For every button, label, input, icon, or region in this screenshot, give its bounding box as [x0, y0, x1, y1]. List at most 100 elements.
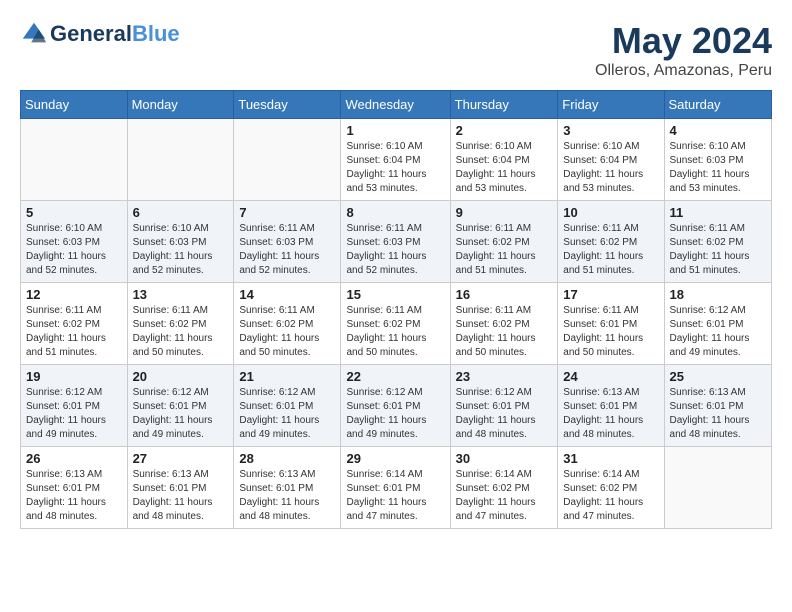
day-number: 4	[670, 123, 766, 138]
week-row-1: 1 Sunrise: 6:10 AM Sunset: 6:04 PM Daylig…	[21, 119, 772, 201]
day-number: 12	[26, 287, 122, 302]
day-info: Sunrise: 6:10 AM Sunset: 6:04 PM Dayligh…	[346, 140, 444, 196]
logo: GeneralBlue	[20, 20, 180, 48]
day-header-saturday: Saturday	[664, 91, 771, 119]
day-number: 16	[456, 287, 553, 302]
day-number: 13	[133, 287, 229, 302]
day-number: 2	[456, 123, 553, 138]
day-number: 22	[346, 369, 444, 384]
day-info: Sunrise: 6:11 AM Sunset: 6:02 PM Dayligh…	[456, 222, 553, 278]
day-number: 21	[239, 369, 335, 384]
day-header-friday: Friday	[558, 91, 664, 119]
calendar-cell: 25 Sunrise: 6:13 AM Sunset: 6:01 PM Dayli…	[664, 365, 771, 447]
day-info: Sunrise: 6:13 AM Sunset: 6:01 PM Dayligh…	[670, 386, 766, 442]
day-info: Sunrise: 6:11 AM Sunset: 6:03 PM Dayligh…	[239, 222, 335, 278]
week-row-2: 5 Sunrise: 6:10 AM Sunset: 6:03 PM Daylig…	[21, 201, 772, 283]
calendar-cell: 24Sunrise: 6:13 AM Sunset: 6:01 PM Dayli…	[558, 365, 664, 447]
day-number: 20	[133, 369, 229, 384]
calendar-cell: 17 Sunrise: 6:11 AM Sunset: 6:01 PM Dayli…	[558, 283, 664, 365]
calendar-cell: 6 Sunrise: 6:10 AM Sunset: 6:03 PM Daylig…	[127, 201, 234, 283]
day-info: Sunrise: 6:12 AM Sunset: 6:01 PM Dayligh…	[239, 386, 335, 442]
day-info: Sunrise: 6:10 AM Sunset: 6:04 PM Dayligh…	[456, 140, 553, 196]
day-info: Sunrise: 6:11 AM Sunset: 6:01 PM Dayligh…	[563, 304, 658, 360]
day-header-wednesday: Wednesday	[341, 91, 450, 119]
day-number: 15	[346, 287, 444, 302]
day-info: Sunrise: 6:12 AM Sunset: 6:01 PM Dayligh…	[133, 386, 229, 442]
week-row-5: 26 Sunrise: 6:13 AM Sunset: 6:01 PM Dayli…	[21, 447, 772, 529]
day-info: Sunrise: 6:11 AM Sunset: 6:02 PM Dayligh…	[563, 222, 658, 278]
day-info: Sunrise: 6:13 AM Sunset: 6:01 PM Dayligh…	[133, 468, 229, 524]
calendar-cell: 12 Sunrise: 6:11 AM Sunset: 6:02 PM Dayli…	[21, 283, 128, 365]
calendar-cell: 22 Sunrise: 6:12 AM Sunset: 6:01 PM Dayli…	[341, 365, 450, 447]
calendar-cell: 31 Sunrise: 6:14 AM Sunset: 6:02 PM Dayli…	[558, 447, 664, 529]
calendar-cell	[127, 119, 234, 201]
day-info: Sunrise: 6:13 AM Sunset: 6:01 PM Dayligh…	[239, 468, 335, 524]
day-info: Sunrise: 6:10 AM Sunset: 6:03 PM Dayligh…	[133, 222, 229, 278]
day-number: 11	[670, 205, 766, 220]
calendar-cell: 13 Sunrise: 6:11 AM Sunset: 6:02 PM Dayli…	[127, 283, 234, 365]
calendar-cell: 23Sunrise: 6:12 AM Sunset: 6:01 PM Dayli…	[450, 365, 558, 447]
title-section: May 2024 Olleros, Amazonas, Peru	[595, 20, 772, 80]
calendar-cell: 8Sunrise: 6:11 AM Sunset: 6:03 PM Daylig…	[341, 201, 450, 283]
calendar-cell: 3 Sunrise: 6:10 AM Sunset: 6:04 PM Daylig…	[558, 119, 664, 201]
day-info: Sunrise: 6:14 AM Sunset: 6:01 PM Dayligh…	[346, 468, 444, 524]
day-info: Sunrise: 6:10 AM Sunset: 6:03 PM Dayligh…	[670, 140, 766, 196]
calendar-cell: 9 Sunrise: 6:11 AM Sunset: 6:02 PM Daylig…	[450, 201, 558, 283]
day-number: 19	[26, 369, 122, 384]
day-number: 29	[346, 451, 444, 466]
calendar-cell: 29 Sunrise: 6:14 AM Sunset: 6:01 PM Dayli…	[341, 447, 450, 529]
calendar-cell: 20 Sunrise: 6:12 AM Sunset: 6:01 PM Dayli…	[127, 365, 234, 447]
day-header-thursday: Thursday	[450, 91, 558, 119]
day-info: Sunrise: 6:11 AM Sunset: 6:02 PM Dayligh…	[670, 222, 766, 278]
day-number: 10	[563, 205, 658, 220]
calendar-cell: 4 Sunrise: 6:10 AM Sunset: 6:03 PM Daylig…	[664, 119, 771, 201]
day-number: 24	[563, 369, 658, 384]
calendar-cell: 26 Sunrise: 6:13 AM Sunset: 6:01 PM Dayli…	[21, 447, 128, 529]
calendar-cell: 21 Sunrise: 6:12 AM Sunset: 6:01 PM Dayli…	[234, 365, 341, 447]
calendar-cell: 15 Sunrise: 6:11 AM Sunset: 6:02 PM Dayli…	[341, 283, 450, 365]
calendar-cell: 14Sunrise: 6:11 AM Sunset: 6:02 PM Dayli…	[234, 283, 341, 365]
day-number: 9	[456, 205, 553, 220]
day-headers-row: SundayMondayTuesdayWednesdayThursdayFrid…	[21, 91, 772, 119]
logo-text: GeneralBlue	[50, 22, 180, 46]
month-title: May 2024	[595, 20, 772, 62]
day-number: 31	[563, 451, 658, 466]
day-info: Sunrise: 6:12 AM Sunset: 6:01 PM Dayligh…	[670, 304, 766, 360]
logo-icon	[20, 20, 48, 48]
day-info: Sunrise: 6:12 AM Sunset: 6:01 PM Dayligh…	[26, 386, 122, 442]
day-number: 18	[670, 287, 766, 302]
day-info: Sunrise: 6:12 AM Sunset: 6:01 PM Dayligh…	[346, 386, 444, 442]
day-info: Sunrise: 6:11 AM Sunset: 6:02 PM Dayligh…	[346, 304, 444, 360]
day-number: 3	[563, 123, 658, 138]
day-info: Sunrise: 6:14 AM Sunset: 6:02 PM Dayligh…	[563, 468, 658, 524]
day-info: Sunrise: 6:11 AM Sunset: 6:02 PM Dayligh…	[239, 304, 335, 360]
calendar-cell	[21, 119, 128, 201]
calendar-cell: 2 Sunrise: 6:10 AM Sunset: 6:04 PM Daylig…	[450, 119, 558, 201]
week-row-3: 12 Sunrise: 6:11 AM Sunset: 6:02 PM Dayli…	[21, 283, 772, 365]
day-info: Sunrise: 6:11 AM Sunset: 6:02 PM Dayligh…	[26, 304, 122, 360]
day-number: 25	[670, 369, 766, 384]
day-number: 6	[133, 205, 229, 220]
day-number: 30	[456, 451, 553, 466]
day-number: 28	[239, 451, 335, 466]
day-number: 17	[563, 287, 658, 302]
day-header-tuesday: Tuesday	[234, 91, 341, 119]
day-header-monday: Monday	[127, 91, 234, 119]
page-header: GeneralBlue May 2024 Olleros, Amazonas, …	[20, 20, 772, 80]
calendar-cell: 7Sunrise: 6:11 AM Sunset: 6:03 PM Daylig…	[234, 201, 341, 283]
day-number: 5	[26, 205, 122, 220]
day-number: 1	[346, 123, 444, 138]
calendar-cell: 18 Sunrise: 6:12 AM Sunset: 6:01 PM Dayli…	[664, 283, 771, 365]
day-info: Sunrise: 6:10 AM Sunset: 6:04 PM Dayligh…	[563, 140, 658, 196]
day-info: Sunrise: 6:13 AM Sunset: 6:01 PM Dayligh…	[26, 468, 122, 524]
location-subtitle: Olleros, Amazonas, Peru	[595, 62, 772, 80]
day-number: 26	[26, 451, 122, 466]
calendar-cell: 5Sunrise: 6:10 AM Sunset: 6:03 PM Daylig…	[21, 201, 128, 283]
day-info: Sunrise: 6:11 AM Sunset: 6:03 PM Dayligh…	[346, 222, 444, 278]
calendar-table: SundayMondayTuesdayWednesdayThursdayFrid…	[20, 90, 772, 529]
calendar-cell	[234, 119, 341, 201]
day-info: Sunrise: 6:11 AM Sunset: 6:02 PM Dayligh…	[133, 304, 229, 360]
calendar-cell: 1 Sunrise: 6:10 AM Sunset: 6:04 PM Daylig…	[341, 119, 450, 201]
calendar-cell	[664, 447, 771, 529]
day-info: Sunrise: 6:14 AM Sunset: 6:02 PM Dayligh…	[456, 468, 553, 524]
